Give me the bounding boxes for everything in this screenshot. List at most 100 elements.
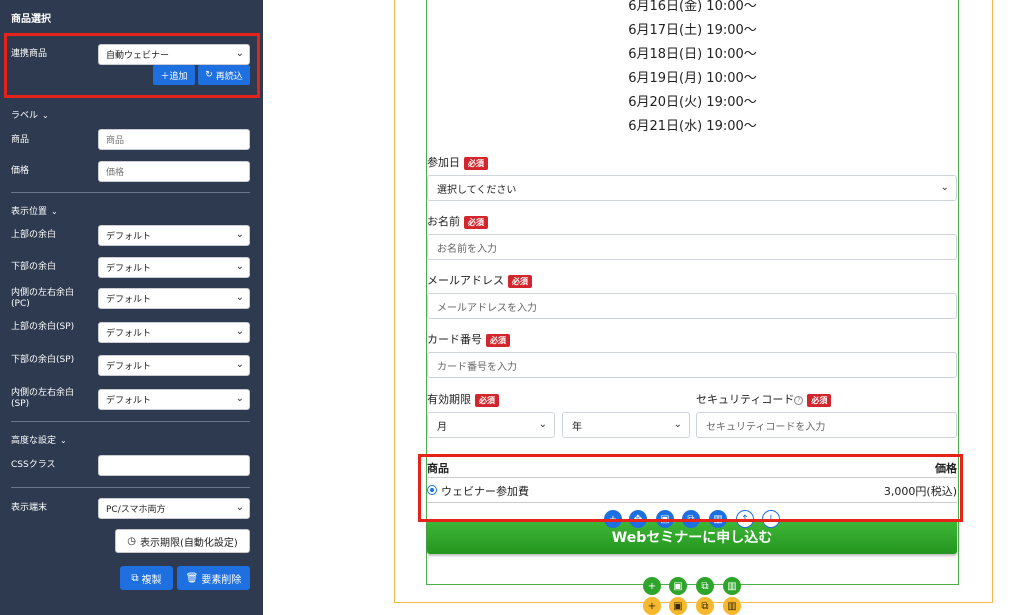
price-label-label: 価格 [11, 166, 30, 176]
question-icon[interactable]: ? [794, 395, 804, 405]
padding-pc-label: 内側の左右余白(PC) [11, 288, 75, 309]
required-badge: 必須 [486, 333, 510, 347]
date-option-line: 6月20日(火) 19:00〜 [628, 95, 757, 110]
margin-bottom-sp-select[interactable]: デフォルト ⌄ [98, 355, 250, 376]
padding-sp-select[interactable]: デフォルト ⌄ [98, 389, 250, 410]
chevron-down-icon: ⌄ [42, 111, 49, 120]
device-select[interactable]: PC/スマホ両方 ⌄ [98, 498, 250, 519]
margin-bottom-sp-value: デフォルト [106, 362, 152, 372]
required-badge: 必須 [475, 393, 499, 407]
margin-top-select[interactable]: デフォルト ⌄ [98, 225, 250, 246]
highlight-box-product [418, 454, 963, 522]
duplicate-button[interactable]: ⧉ 複製 [120, 566, 173, 590]
expiry-month-select[interactable]: 月 ⌄ [427, 412, 555, 438]
security-code-input[interactable]: セキュリティコードを入力 [696, 412, 957, 438]
name-input[interactable]: お名前を入力 [427, 234, 957, 260]
padding-sp-label: 内側の左右余白(SP) [11, 388, 75, 409]
divider [11, 487, 250, 488]
card-number-text: カード番号 [427, 333, 482, 346]
add-block-icon[interactable]: + [643, 577, 661, 595]
css-class-label: CSSクラス [11, 460, 56, 470]
chevron-down-icon: ⌄ [235, 292, 244, 303]
padding-pc-select[interactable]: デフォルト ⌄ [98, 288, 250, 309]
position-section-toggle[interactable]: 表示位置 ⌄ [11, 204, 58, 217]
email-text: メールアドレス [427, 274, 504, 287]
expiry-year-select[interactable]: 年 ⌄ [562, 412, 690, 438]
card-number-label: カード番号 必須 [427, 331, 510, 347]
save-icon[interactable]: ▣ [669, 597, 687, 615]
trash-icon[interactable]: ▥ [723, 597, 741, 615]
chevron-down-icon: ⌄ [235, 229, 244, 240]
email-input[interactable]: メールアドレスを入力 [427, 293, 957, 319]
expiry-label: 有効期限 必須 [427, 391, 499, 407]
product-label-input[interactable]: 商品 [98, 129, 250, 150]
duplicate-label: 複製 [141, 574, 162, 586]
security-code-label: セキュリティコード? 必須 [696, 391, 832, 407]
expiry-month-value: 月 [437, 421, 447, 433]
name-label: お名前 必須 [427, 213, 488, 229]
chevron-down-icon: ⌄ [538, 419, 547, 430]
margin-top-value: デフォルト [106, 232, 152, 242]
chevron-down-icon: ⌄ [235, 326, 244, 337]
expiry-year-value: 年 [572, 421, 582, 433]
margin-bottom-sp-label: 下部の余白(SP) [11, 355, 75, 365]
chevron-down-icon: ⌄ [235, 393, 244, 404]
divider [11, 421, 250, 422]
chevron-down-icon: ⌄ [235, 261, 244, 272]
required-badge: 必須 [508, 274, 532, 288]
card-number-input[interactable]: カード番号を入力 [427, 352, 957, 378]
label-section-title: ラベル [11, 111, 39, 121]
settings-sidebar: 商品選択 連携商品 自動ウェビナー ⌄ ＋追加 ↻ 再読込 ラベル ⌄ 商品 商品… [0, 0, 263, 615]
advanced-section-title: 高度な設定 [11, 436, 57, 446]
email-label: メールアドレス 必須 [427, 272, 532, 288]
padding-pc-value: デフォルト [106, 295, 152, 305]
divider [11, 192, 250, 193]
chevron-down-icon: ⌄ [235, 359, 244, 370]
trash-icon[interactable]: ▥ [723, 577, 741, 595]
required-badge: 必須 [464, 156, 488, 170]
name-text: お名前 [427, 215, 460, 228]
price-label-input[interactable]: 価格 [98, 161, 250, 182]
attendance-date-select[interactable]: 選択してください ⌄ [427, 175, 957, 201]
delete-element-button[interactable]: 🗑 要素削除 [177, 566, 250, 590]
position-section-title: 表示位置 [11, 207, 48, 217]
attendance-date-label: 参加日 必須 [427, 154, 488, 170]
delete-element-label: 要素削除 [201, 574, 242, 586]
advanced-section-toggle[interactable]: 高度な設定 ⌄ [11, 433, 67, 446]
product-label-label: 商品 [11, 135, 30, 145]
margin-bottom-label: 下部の余白 [11, 262, 57, 272]
chevron-down-icon: ⌄ [673, 419, 682, 430]
margin-top-sp-select[interactable]: デフォルト ⌄ [98, 322, 250, 343]
css-class-input[interactable] [98, 455, 250, 476]
display-period-button[interactable]: ◷ 表示期限(自動化設定) [115, 529, 250, 553]
copy-icon[interactable]: ⧉ [696, 577, 714, 595]
add-section-icon[interactable]: + [643, 597, 661, 615]
chevron-down-icon: ⌄ [940, 182, 949, 193]
date-option-line: 6月17日(土) 19:00〜 [628, 23, 757, 38]
chevron-down-icon: ⌄ [51, 207, 58, 216]
expiry-text: 有効期限 [427, 393, 471, 406]
date-option-line: 6月21日(水) 19:00〜 [628, 119, 757, 134]
required-badge: 必須 [807, 393, 832, 407]
date-option-line: 6月18日(日) 10:00〜 [628, 47, 757, 62]
copy-icon: ⧉ [131, 572, 139, 584]
padding-sp-value: デフォルト [106, 396, 152, 406]
date-option-line: 6月16日(金) 10:00〜 [628, 0, 757, 14]
device-value: PC/スマホ両方 [106, 505, 166, 515]
margin-top-sp-label: 上部の余白(SP) [11, 322, 75, 332]
security-code-text: セキュリティコード [696, 393, 795, 406]
highlight-box-linked-product [4, 33, 260, 98]
required-badge: 必須 [464, 215, 488, 229]
clock-icon: ◷ [127, 535, 136, 547]
attendance-date-placeholder: 選択してください [437, 184, 517, 196]
label-section-toggle[interactable]: ラベル ⌄ [11, 108, 49, 121]
display-period-label: 表示期限(自動化設定) [139, 537, 238, 549]
margin-bottom-value: デフォルト [106, 264, 152, 274]
date-option-line: 6月19日(月) 10:00〜 [628, 71, 757, 86]
chevron-down-icon: ⌄ [60, 436, 67, 445]
save-icon[interactable]: ▣ [669, 577, 687, 595]
trash-icon: 🗑 [185, 572, 199, 584]
margin-bottom-select[interactable]: デフォルト ⌄ [98, 257, 250, 278]
copy-icon[interactable]: ⧉ [696, 597, 714, 615]
attendance-date-text: 参加日 [427, 156, 460, 169]
